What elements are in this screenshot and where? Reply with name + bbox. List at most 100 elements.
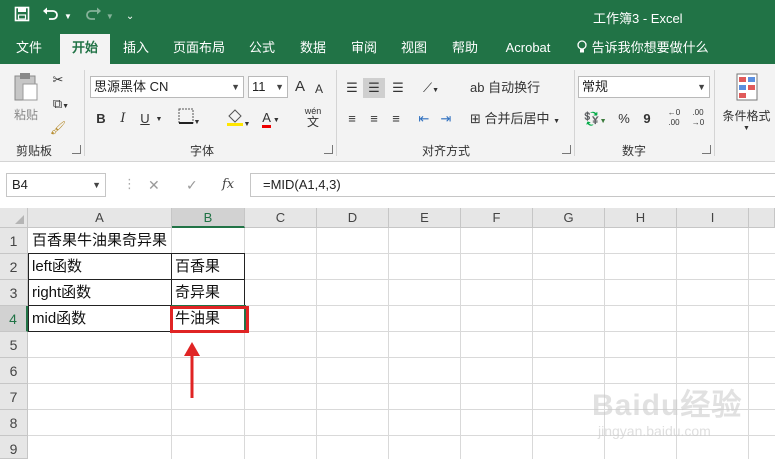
row-header-4[interactable]: 4 — [0, 306, 28, 332]
save-icon[interactable] — [14, 6, 30, 28]
column-header-j[interactable] — [749, 208, 775, 228]
number-launcher-icon[interactable] — [702, 145, 711, 154]
row-header-2[interactable]: 2 — [0, 254, 28, 280]
cell-b2[interactable]: 百香果 — [172, 254, 220, 280]
grow-font-button[interactable]: A — [292, 77, 308, 97]
redo-dropdown-icon[interactable]: ▼ — [106, 7, 114, 27]
name-box-value: B4 — [12, 177, 28, 192]
undo-dropdown-icon[interactable]: ▼ — [64, 7, 72, 27]
italic-button[interactable]: I — [116, 109, 130, 129]
cell-b3[interactable]: 奇异果 — [172, 280, 220, 306]
copy-icon[interactable]: ⧉▼ — [48, 94, 74, 117]
font-launcher-icon[interactable] — [324, 145, 333, 154]
ribbon-tabs: 文件 开始 插入 页面布局 公式 数据 审阅 视图 帮助 Acrobat 告诉我… — [0, 34, 775, 64]
undo-icon[interactable] — [42, 6, 60, 28]
cut-icon[interactable]: ✂ — [48, 70, 68, 90]
font-name-combo[interactable]: 思源黑体 CN ▼ — [90, 76, 244, 98]
tab-view[interactable]: 视图 — [394, 34, 434, 64]
middle-align-icon[interactable]: ☰ — [363, 78, 385, 98]
cancel-icon[interactable]: ✕ — [148, 177, 160, 194]
column-header-b[interactable]: B — [172, 208, 245, 228]
shrink-font-button[interactable]: A — [312, 79, 326, 99]
redo-icon[interactable] — [84, 6, 102, 28]
tab-page-layout[interactable]: 页面布局 — [166, 34, 232, 64]
merge-center-button[interactable]: ⊞ 合并后居中 ▼ — [470, 109, 570, 132]
gridline — [28, 305, 775, 306]
select-all-button[interactable] — [0, 208, 28, 228]
comma-style-button[interactable]: 9 — [638, 109, 656, 129]
column-header-e[interactable]: E — [389, 208, 461, 228]
row-header-7[interactable]: 7 — [0, 384, 28, 410]
quick-access-toolbar: ▼ ▼ ⌄ — [14, 6, 134, 28]
row-header-6[interactable]: 6 — [0, 358, 28, 384]
wrap-text-icon: ab — [470, 80, 485, 95]
cell-a2[interactable]: left函数 — [29, 254, 82, 280]
formula-bar: B4 ▼ ⋮ ✕ ✓ fx =MID(A1,4,3) — [0, 168, 775, 202]
tab-home[interactable]: 开始 — [60, 34, 110, 64]
align-left-icon[interactable]: ≡ — [342, 109, 362, 129]
cell-a4[interactable]: mid函数 — [29, 306, 86, 332]
decrease-indent-icon[interactable]: ⇤ — [414, 109, 434, 129]
column-header-h[interactable]: H — [605, 208, 677, 228]
tab-help[interactable]: 帮助 — [444, 34, 486, 64]
tab-review[interactable]: 审阅 — [344, 34, 384, 64]
fill-color-button[interactable]: ▼ — [222, 108, 254, 135]
column-header-d[interactable]: D — [317, 208, 389, 228]
orientation-icon[interactable]: ⟋▼ — [414, 78, 448, 101]
wrap-text-label: 自动换行 — [488, 80, 541, 95]
merge-label: 合并后居中 — [484, 111, 550, 126]
title-bar: ▼ ▼ ⌄ 工作簿3 - Excel — [0, 0, 775, 34]
row-header-5[interactable]: 5 — [0, 332, 28, 358]
customize-qat-icon[interactable]: ⌄ — [126, 7, 134, 27]
phonetic-guide-button[interactable]: wén 文 — [298, 106, 328, 129]
paste-button[interactable]: 粘贴 — [10, 72, 42, 130]
top-align-icon[interactable]: ☰ — [342, 78, 362, 98]
enter-icon[interactable]: ✓ — [186, 177, 198, 194]
tab-file[interactable]: 文件 — [8, 34, 50, 64]
tab-acrobat[interactable]: Acrobat — [498, 34, 558, 64]
font-size-combo[interactable]: 11 ▼ — [248, 76, 288, 98]
clipboard-launcher-icon[interactable] — [72, 145, 81, 154]
insert-function-icon[interactable]: fx — [222, 177, 234, 192]
borders-button[interactable]: ▼ — [172, 108, 206, 133]
row-header-8[interactable]: 8 — [0, 410, 28, 436]
column-header-f[interactable]: F — [461, 208, 533, 228]
conditional-formatting-button[interactable]: 条件格式 ▼ — [718, 72, 775, 134]
column-header-c[interactable]: C — [245, 208, 317, 228]
formula-bar-grip[interactable]: ⋮ — [123, 176, 136, 192]
tab-formulas[interactable]: 公式 — [242, 34, 282, 64]
row-header-3[interactable]: 3 — [0, 280, 28, 306]
align-right-icon[interactable]: ≡ — [386, 109, 406, 129]
bold-button[interactable]: B — [94, 109, 108, 129]
conditional-format-label: 条件格式 — [722, 109, 771, 123]
percent-button[interactable]: % — [614, 109, 634, 129]
name-box[interactable]: B4 ▼ — [6, 173, 106, 197]
font-name-value: 思源黑体 CN — [94, 79, 169, 94]
accounting-format-icon[interactable]: 💱▼ — [580, 109, 610, 132]
row-header-1[interactable]: 1 — [0, 228, 28, 254]
number-format-combo[interactable]: 常规 ▼ — [578, 76, 710, 98]
chevron-down-icon: ▼ — [697, 82, 706, 92]
underline-dropdown-icon[interactable]: ▼ — [154, 110, 164, 130]
alignment-launcher-icon[interactable] — [562, 145, 571, 154]
tab-insert[interactable]: 插入 — [114, 34, 158, 64]
cell-a3[interactable]: right函数 — [29, 280, 91, 306]
cell-a1[interactable]: 百香果牛油果奇异果 — [29, 228, 167, 254]
format-painter-icon[interactable]: 🖌 — [48, 118, 68, 138]
column-header-g[interactable]: G — [533, 208, 605, 228]
formula-input[interactable]: =MID(A1,4,3) — [250, 173, 775, 197]
tell-me-search[interactable]: 告诉我你想要做什么 — [576, 34, 710, 64]
increase-decimal-icon[interactable]: ←0.00 — [664, 108, 684, 128]
font-color-button[interactable]: A ▼ — [258, 108, 284, 131]
bottom-align-icon[interactable]: ☰ — [388, 78, 408, 98]
tab-data[interactable]: 数据 — [292, 34, 334, 64]
wrap-text-button[interactable]: ab 自动换行 — [470, 78, 550, 98]
decrease-decimal-icon[interactable]: .00 →0 — [688, 108, 708, 128]
column-header-i[interactable]: I — [677, 208, 749, 228]
align-center-icon[interactable]: ≡ — [364, 109, 384, 129]
group-separator — [84, 70, 85, 156]
column-header-a[interactable]: A — [28, 208, 172, 228]
underline-button[interactable]: U — [138, 109, 152, 129]
row-header-9[interactable]: 9 — [0, 436, 28, 459]
increase-indent-icon[interactable]: ⇥ — [436, 109, 456, 129]
